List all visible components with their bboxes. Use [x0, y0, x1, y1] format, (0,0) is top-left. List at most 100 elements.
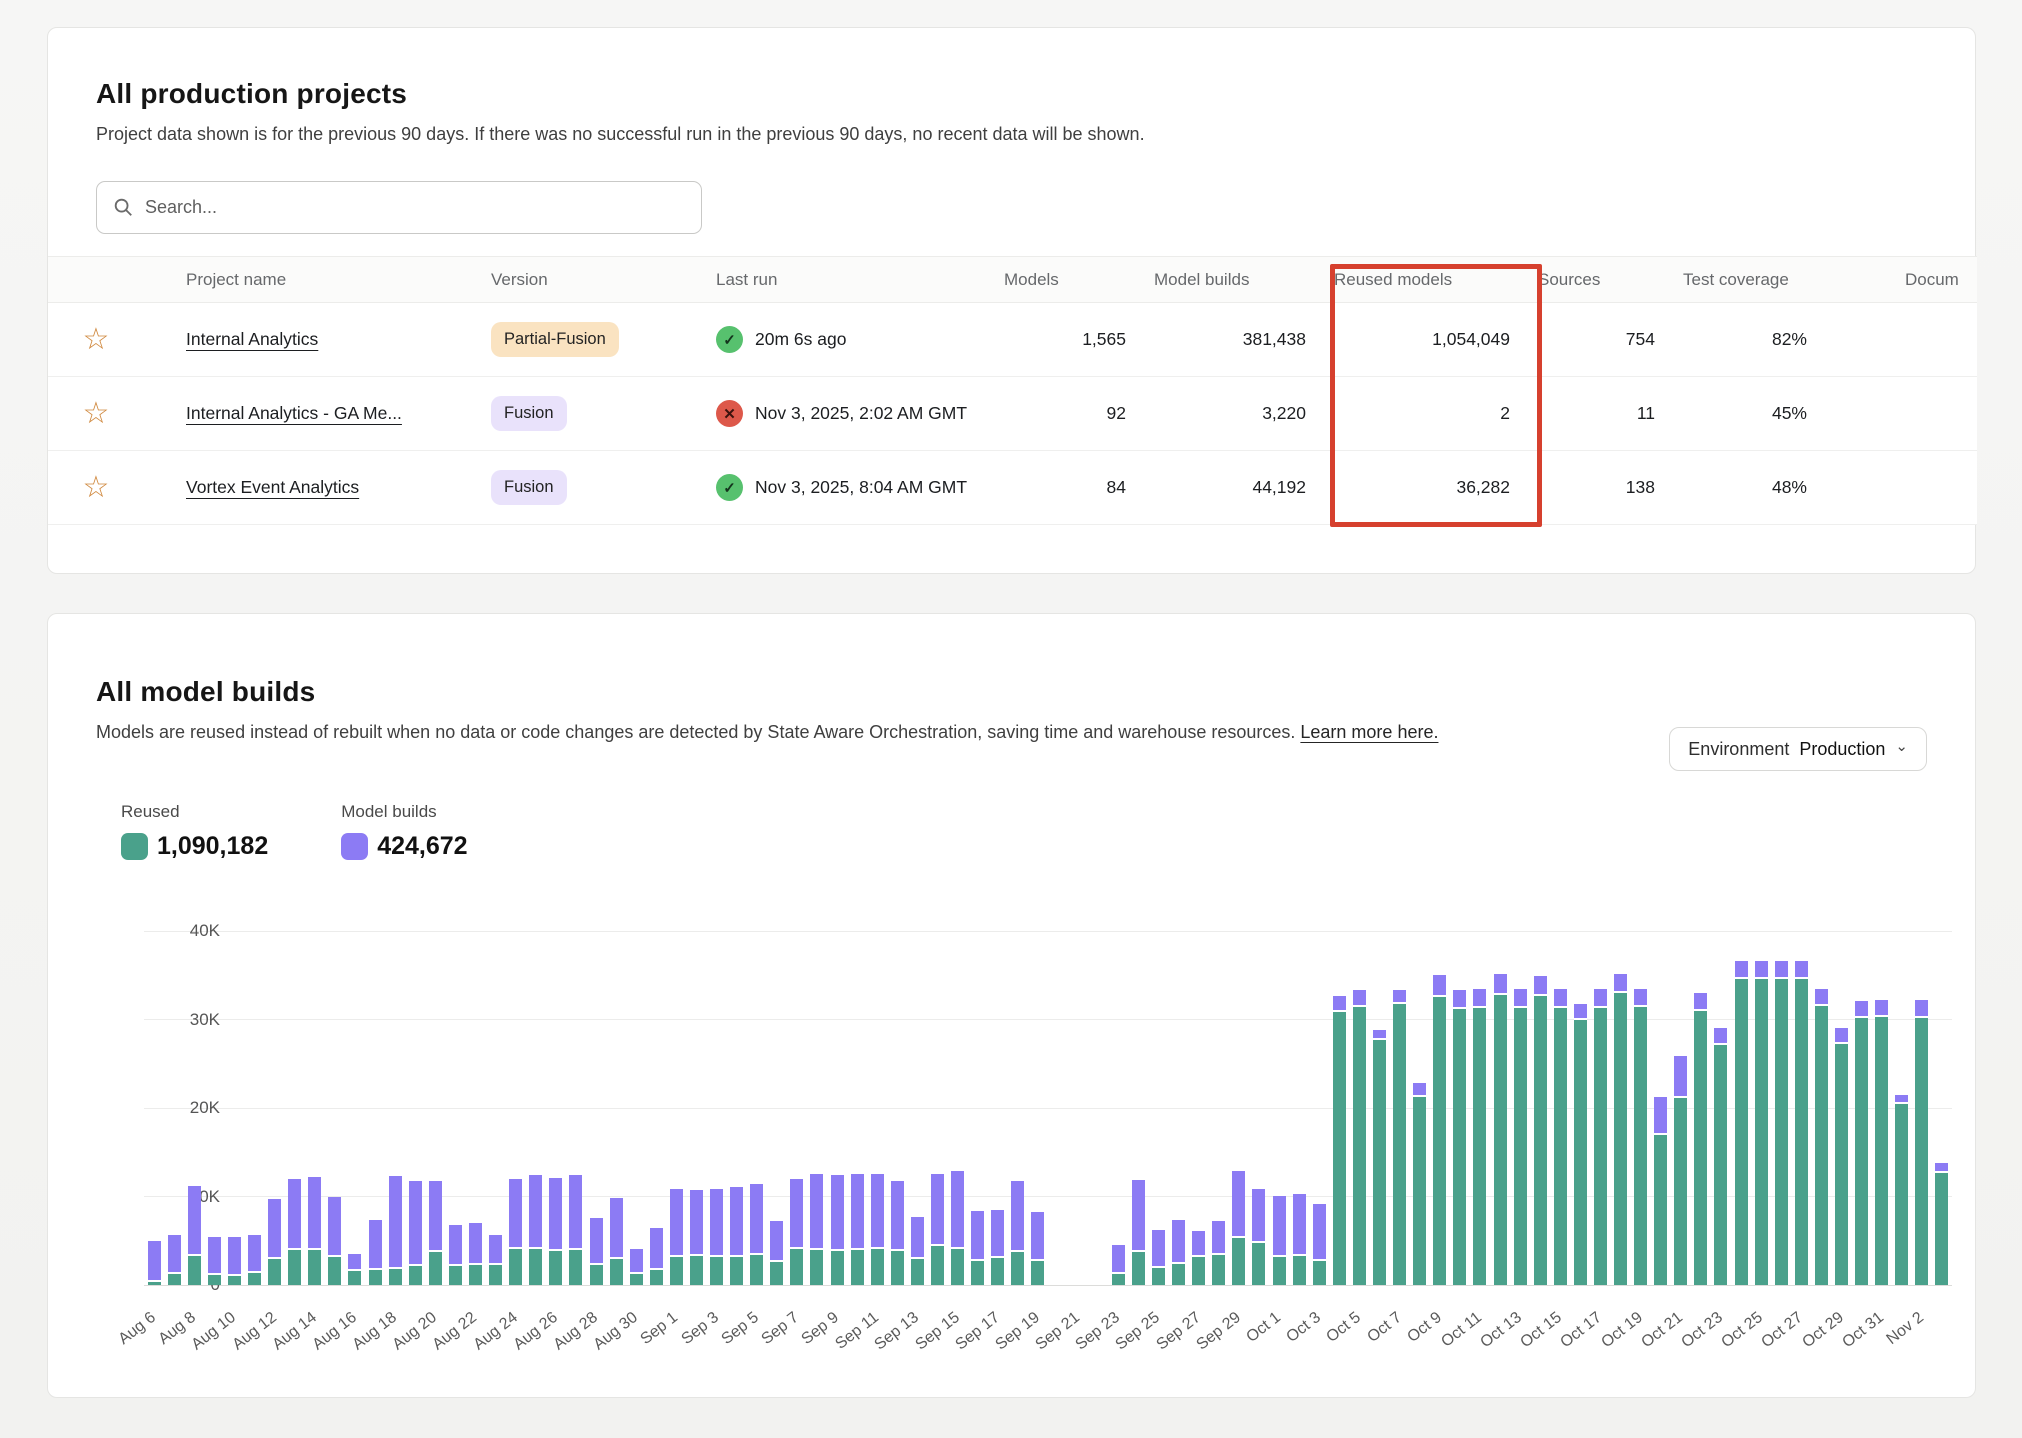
bar-segment-model-builds[interactable] [1112, 1245, 1125, 1273]
bar-segment-reused[interactable] [931, 1246, 944, 1285]
bar-segment-model-builds[interactable] [1694, 993, 1707, 1011]
bar-segment-reused[interactable] [1835, 1044, 1848, 1285]
bar-segment-reused[interactable] [871, 1249, 884, 1285]
bar-segment-model-builds[interactable] [971, 1211, 984, 1261]
bar-segment-reused[interactable] [1735, 979, 1748, 1285]
bar-segment-model-builds[interactable] [469, 1223, 482, 1265]
bar-segment-reused[interactable] [449, 1266, 462, 1285]
project-name-link[interactable]: Vortex Event Analytics [186, 477, 359, 497]
bar-segment-reused[interactable] [1132, 1252, 1145, 1285]
bar-segment-model-builds[interactable] [790, 1179, 803, 1249]
bar-segment-reused[interactable] [1192, 1257, 1205, 1285]
bar-segment-reused[interactable] [1935, 1173, 1948, 1285]
bar-segment-reused[interactable] [1172, 1264, 1185, 1285]
bar-segment-reused[interactable] [1594, 1008, 1607, 1285]
bar-segment-reused[interactable] [1393, 1004, 1406, 1285]
bar-segment-reused[interactable] [1755, 979, 1768, 1285]
bar-segment-model-builds[interactable] [951, 1171, 964, 1249]
bar-segment-reused[interactable] [228, 1276, 241, 1285]
bar-segment-model-builds[interactable] [1393, 990, 1406, 1003]
bar-segment-reused[interactable] [1534, 996, 1547, 1285]
bar-segment-model-builds[interactable] [569, 1175, 582, 1249]
bar-segment-reused[interactable] [810, 1250, 823, 1285]
bar-segment-model-builds[interactable] [1634, 989, 1647, 1007]
bar-segment-reused[interactable] [770, 1262, 783, 1285]
bar-segment-reused[interactable] [851, 1250, 864, 1285]
bar-segment-reused[interactable] [429, 1252, 442, 1285]
bar-segment-reused[interactable] [348, 1271, 361, 1285]
bar-segment-reused[interactable] [1373, 1040, 1386, 1285]
bar-segment-reused[interactable] [971, 1261, 984, 1285]
bar-segment-model-builds[interactable] [770, 1221, 783, 1262]
bar-segment-reused[interactable] [529, 1249, 542, 1285]
bar-segment-model-builds[interactable] [1293, 1194, 1306, 1256]
bar-segment-model-builds[interactable] [549, 1178, 562, 1251]
bar-segment-model-builds[interactable] [429, 1181, 442, 1253]
bar-segment-model-builds[interactable] [1353, 990, 1366, 1007]
bar-segment-reused[interactable] [1413, 1097, 1426, 1286]
bar-segment-reused[interactable] [1152, 1268, 1165, 1285]
bar-segment-reused[interactable] [148, 1282, 161, 1285]
bar-segment-model-builds[interactable] [1895, 1095, 1908, 1105]
project-name-link[interactable]: Internal Analytics - GA Me... [186, 403, 402, 423]
bar-segment-model-builds[interactable] [1413, 1083, 1426, 1096]
bar-segment-model-builds[interactable] [991, 1210, 1004, 1259]
bar-segment-model-builds[interactable] [268, 1199, 281, 1259]
bar-segment-reused[interactable] [610, 1259, 623, 1285]
bar-segment-model-builds[interactable] [228, 1237, 241, 1276]
bar-segment-model-builds[interactable] [509, 1179, 522, 1249]
bar-segment-model-builds[interactable] [1333, 996, 1346, 1013]
bar-segment-model-builds[interactable] [1935, 1163, 1948, 1173]
bar-segment-reused[interactable] [670, 1257, 683, 1285]
bar-segment-model-builds[interactable] [690, 1190, 703, 1255]
bar-segment-model-builds[interactable] [610, 1198, 623, 1259]
bar-segment-model-builds[interactable] [449, 1225, 462, 1267]
bar-segment-model-builds[interactable] [1755, 961, 1768, 979]
bar-segment-model-builds[interactable] [911, 1217, 924, 1259]
bar-segment-model-builds[interactable] [168, 1235, 181, 1274]
bar-segment-model-builds[interactable] [1554, 989, 1567, 1008]
bar-segment-reused[interactable] [1815, 1006, 1828, 1285]
bar-segment-reused[interactable] [1855, 1018, 1868, 1285]
bar-segment-model-builds[interactable] [1875, 1000, 1888, 1017]
bar-segment-reused[interactable] [1112, 1274, 1125, 1286]
bar-segment-model-builds[interactable] [1192, 1231, 1205, 1257]
bar-segment-reused[interactable] [1674, 1098, 1687, 1285]
bar-segment-reused[interactable] [308, 1250, 321, 1285]
bar-segment-model-builds[interactable] [1815, 989, 1828, 1007]
bar-segment-model-builds[interactable] [489, 1235, 502, 1264]
bar-segment-reused[interactable] [1714, 1045, 1727, 1285]
bar-segment-model-builds[interactable] [1574, 1004, 1587, 1021]
bar-segment-model-builds[interactable] [831, 1175, 844, 1250]
bar-segment-reused[interactable] [288, 1250, 301, 1285]
bar-segment-model-builds[interactable] [1313, 1204, 1326, 1261]
favorite-star-icon[interactable]: ☆ [48, 325, 116, 355]
bar-segment-model-builds[interactable] [851, 1174, 864, 1250]
bar-segment-reused[interactable] [1494, 995, 1507, 1285]
bar-segment-reused[interactable] [1273, 1257, 1286, 1285]
bar-segment-reused[interactable] [1453, 1009, 1466, 1285]
bar-segment-model-builds[interactable] [1031, 1212, 1044, 1262]
bar-segment-model-builds[interactable] [1674, 1056, 1687, 1098]
bar-segment-model-builds[interactable] [248, 1235, 261, 1273]
bar-segment-reused[interactable] [489, 1265, 502, 1285]
bar-segment-model-builds[interactable] [650, 1228, 663, 1270]
bar-segment-model-builds[interactable] [1915, 1000, 1928, 1018]
bar-segment-reused[interactable] [891, 1251, 904, 1286]
bar-segment-reused[interactable] [1333, 1012, 1346, 1285]
search-input[interactable] [96, 181, 702, 234]
project-name-link[interactable]: Internal Analytics [186, 329, 318, 349]
bar-segment-reused[interactable] [469, 1265, 482, 1285]
bar-segment-reused[interactable] [1313, 1261, 1326, 1285]
bar-segment-model-builds[interactable] [208, 1237, 221, 1275]
bar-segment-reused[interactable] [1654, 1135, 1667, 1285]
bar-segment-reused[interactable] [1694, 1011, 1707, 1285]
bar-segment-model-builds[interactable] [810, 1174, 823, 1250]
bar-segment-model-builds[interactable] [409, 1181, 422, 1265]
bar-segment-reused[interactable] [328, 1257, 341, 1285]
environment-select[interactable]: Environment Production ⌄ [1669, 727, 1927, 771]
bar-segment-reused[interactable] [409, 1266, 422, 1285]
bar-segment-reused[interactable] [509, 1249, 522, 1285]
bar-segment-reused[interactable] [1574, 1020, 1587, 1285]
bar-segment-reused[interactable] [590, 1265, 603, 1285]
